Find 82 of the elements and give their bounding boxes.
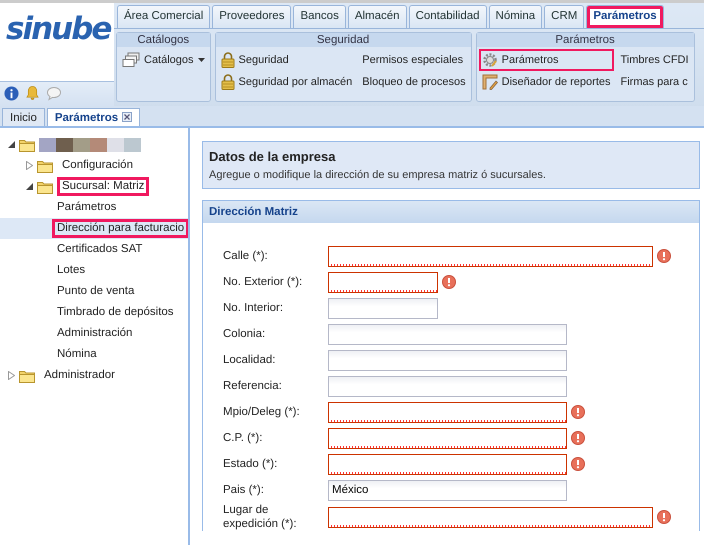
- input-field[interactable]: [328, 454, 567, 474]
- field-label: C.P. (*):: [223, 431, 264, 445]
- ruler-pencil-icon: [482, 74, 498, 90]
- ribbon-button[interactable]: Catálogos: [119, 49, 208, 71]
- input-field[interactable]: [328, 350, 567, 370]
- bell-icon[interactable]: [25, 85, 40, 101]
- field-label: Referencia:: [223, 379, 283, 393]
- error-icon: [571, 405, 585, 419]
- menu-tab[interactable]: Bancos: [293, 5, 346, 28]
- collapsed-arrow-icon[interactable]: [8, 371, 15, 380]
- folder-icon: [37, 158, 53, 172]
- error-icon: [657, 510, 671, 524]
- ribbon-group-title: Seguridad: [216, 33, 471, 47]
- folder-icon: [37, 180, 53, 194]
- field-label: Colonia:: [223, 327, 266, 341]
- document-tab[interactable]: Parámetros: [46, 108, 140, 126]
- field-label: Calle (*):: [223, 249, 269, 263]
- tree-item[interactable]: Dirección para facturacio: [52, 219, 188, 238]
- field-label: No. Exterior (*):: [223, 275, 304, 289]
- input-field[interactable]: [328, 428, 567, 448]
- menu-tab[interactable]: Contabilidad: [408, 5, 487, 28]
- info-icon[interactable]: [4, 86, 19, 100]
- tree-item[interactable]: Certificados SAT: [52, 240, 148, 259]
- ribbon-button[interactable]: Seguridad: [218, 49, 356, 71]
- section-header: Dirección Matriz: [203, 201, 699, 223]
- input-field[interactable]: [328, 506, 653, 528]
- tree-item[interactable]: Administrador: [39, 366, 120, 385]
- panel-title: Datos de la empresa: [209, 149, 336, 164]
- expanded-arrow-icon[interactable]: [26, 183, 33, 190]
- menu-tab[interactable]: CRM: [544, 5, 584, 28]
- tree-item[interactable]: Parámetros: [52, 198, 122, 217]
- folder-icon: [19, 368, 35, 382]
- caret-icon: [198, 58, 205, 62]
- input-field[interactable]: [328, 376, 567, 396]
- menu-tab[interactable]: Nómina: [488, 5, 542, 28]
- input-field[interactable]: [328, 272, 438, 292]
- input-field[interactable]: [328, 298, 438, 318]
- input-field[interactable]: [328, 324, 567, 344]
- tree-item[interactable]: Punto de venta: [52, 282, 140, 301]
- menu-tab[interactable]: Área Comercial: [117, 5, 210, 28]
- error-icon: [442, 275, 456, 289]
- tree-item[interactable]: Administración: [52, 324, 138, 343]
- field-label: Mpio/Deleg (*):: [223, 405, 301, 419]
- tree-item[interactable]: Lotes: [52, 261, 90, 280]
- field-label: No. Interior:: [223, 301, 284, 315]
- tree-item[interactable]: Nómina: [52, 345, 102, 364]
- menu-tab[interactable]: Proveedores: [212, 5, 292, 28]
- ribbon-button[interactable]: Diseñador de reportes: [478, 71, 614, 93]
- tree-item[interactable]: Configuración: [57, 156, 138, 175]
- panel-description: Agregue o modifique la dirección de su empresa matriz ó sucursales.: [209, 169, 547, 181]
- input-field[interactable]: México: [328, 480, 567, 500]
- close-icon[interactable]: [122, 112, 132, 122]
- ribbon-button[interactable]: Firmas para c: [618, 71, 692, 93]
- ribbon-button[interactable]: Permisos especiales: [359, 49, 469, 71]
- tree-item[interactable]: Sucursal: Matriz: [57, 177, 150, 196]
- input-field[interactable]: [328, 402, 567, 422]
- collapsed-arrow-icon[interactable]: [26, 161, 33, 170]
- document-tab[interactable]: Inicio: [2, 108, 45, 126]
- ribbon-button[interactable]: Seguridad por almacén: [218, 71, 356, 93]
- gear-icon: [482, 52, 498, 68]
- error-icon: [657, 249, 671, 263]
- ribbon-group-title: Catálogos: [117, 33, 210, 47]
- error-icon: [571, 431, 585, 445]
- error-icon: [571, 457, 585, 471]
- field-label: Estado (*):: [223, 457, 278, 471]
- ribbon-button[interactable]: Parámetros: [478, 49, 614, 71]
- padlock-icon: [220, 52, 235, 68]
- field-label: Lugar de expedición (*):: [223, 503, 298, 531]
- logo: sinube: [5, 10, 112, 47]
- field-label: Localidad:: [223, 353, 276, 367]
- ribbon-button[interactable]: Bloqueo de procesos: [359, 71, 469, 93]
- input-field[interactable]: [328, 246, 653, 266]
- padlock-icon: [220, 74, 235, 90]
- expanded-arrow-icon[interactable]: [8, 141, 15, 148]
- field-label: Pais (*):: [223, 483, 265, 497]
- ribbon-button[interactable]: Timbres CFDI: [618, 49, 692, 71]
- tree-item[interactable]: Timbrado de depósitos: [52, 303, 179, 322]
- ribbon-group-title: Parámetros: [476, 33, 694, 47]
- menu-tab[interactable]: Parámetros: [586, 5, 664, 28]
- folder-icon: [19, 138, 35, 152]
- menu-tab[interactable]: Almacén: [348, 5, 407, 28]
- stacked-windows-icon: [122, 52, 140, 68]
